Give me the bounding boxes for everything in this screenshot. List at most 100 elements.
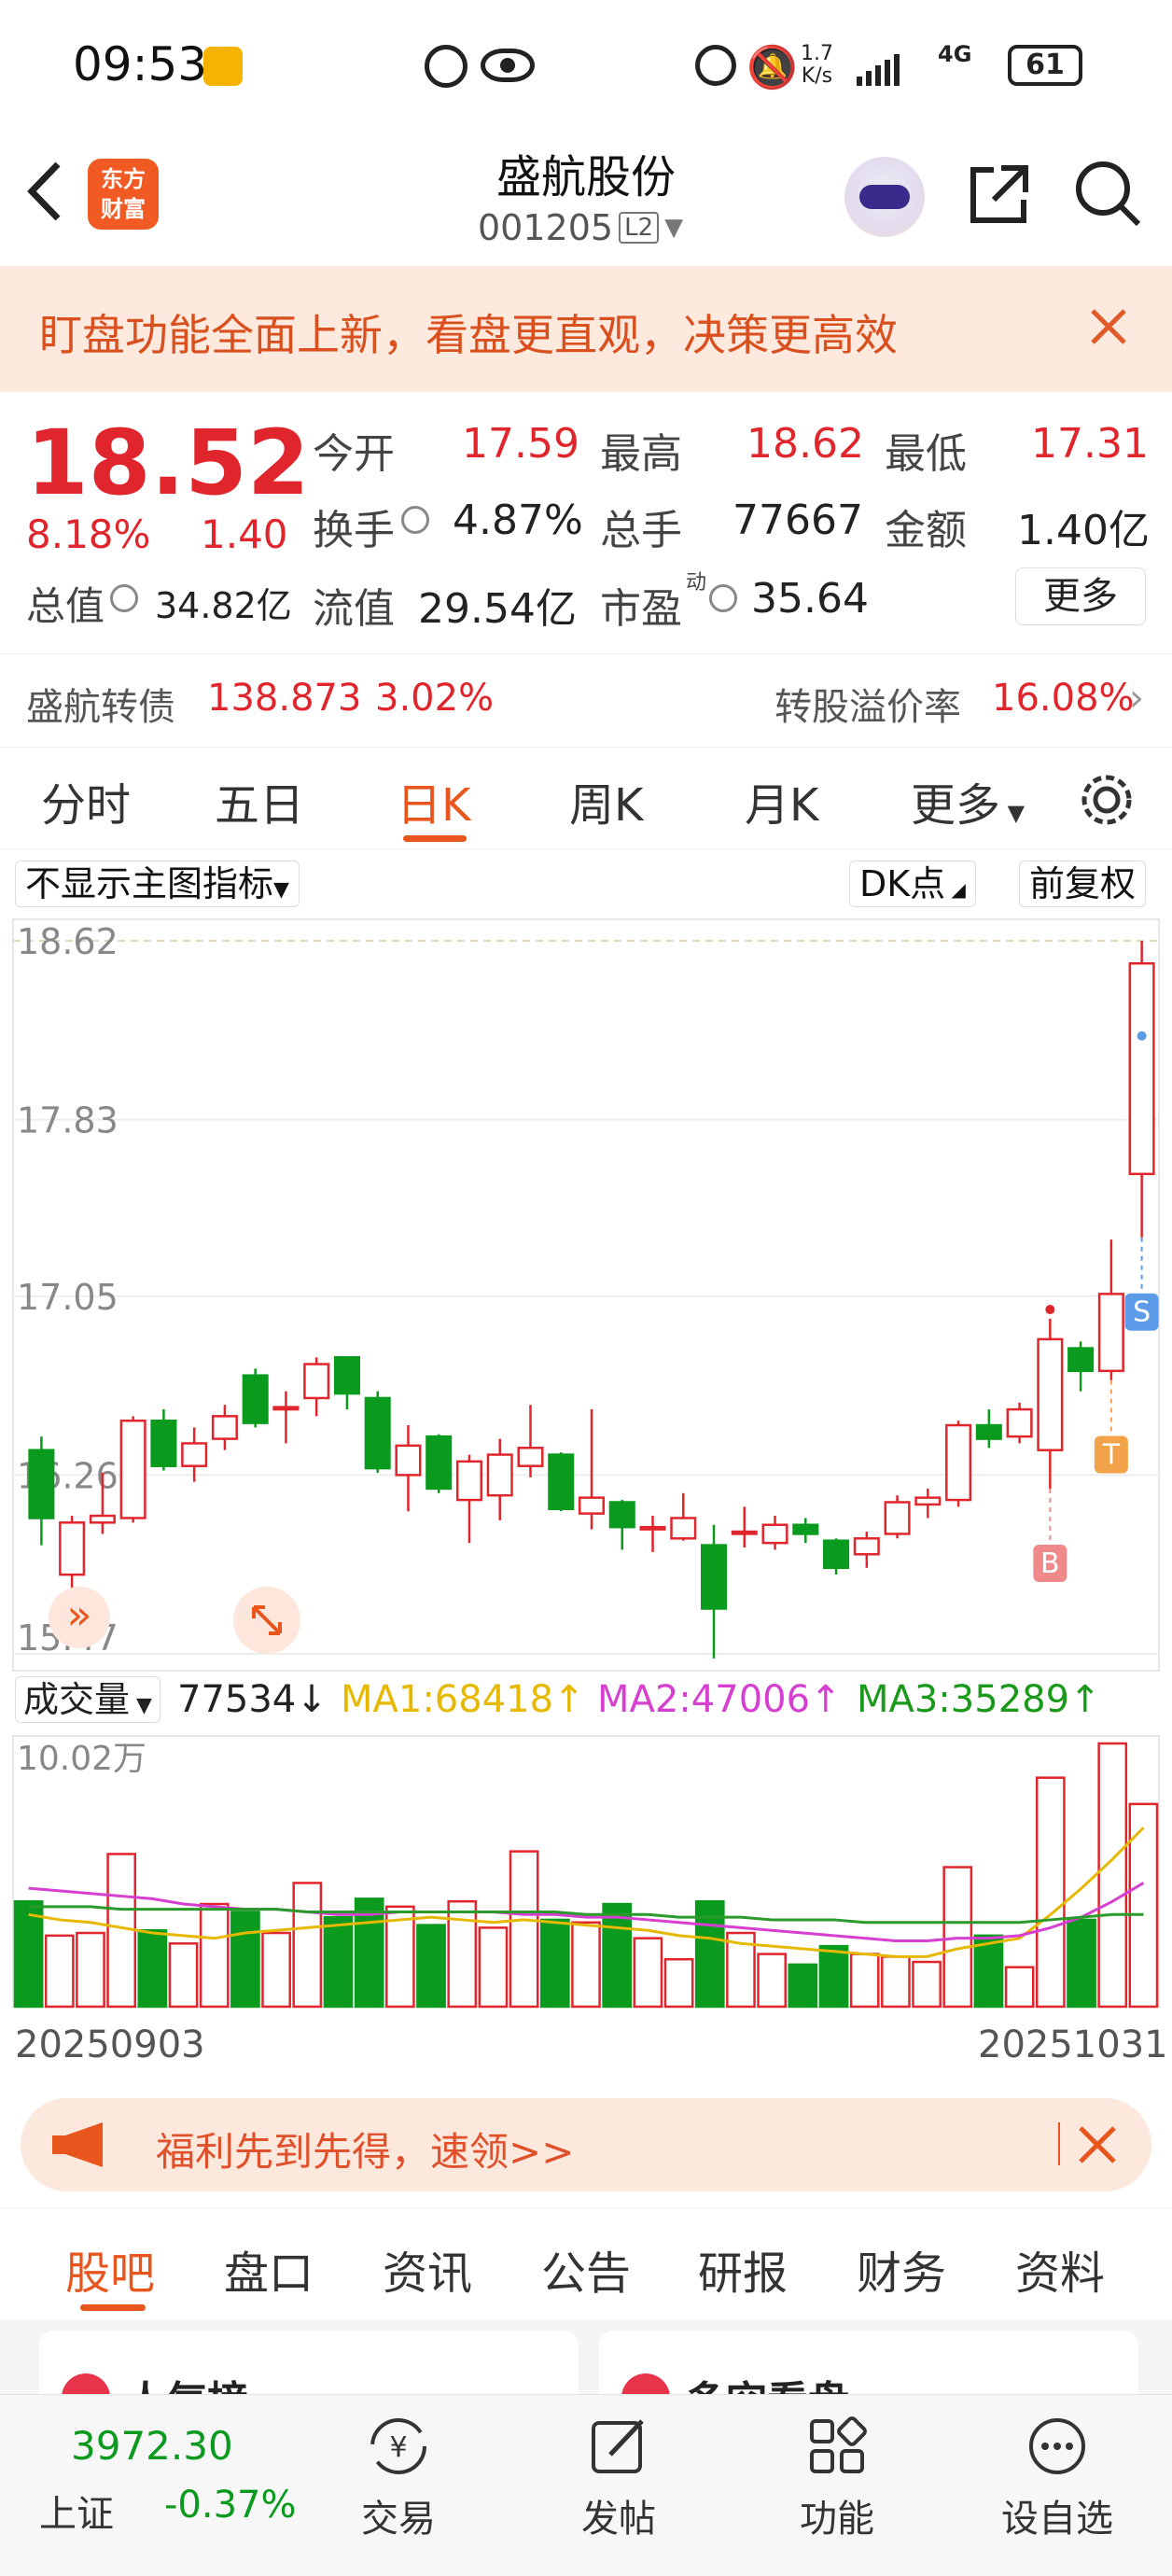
volume-bar bbox=[912, 1960, 942, 2009]
candle-body bbox=[150, 1419, 177, 1467]
marker-dot bbox=[1045, 1305, 1055, 1315]
trade-tab[interactable]: ¥ 交易 bbox=[328, 2414, 468, 2542]
candle-body bbox=[486, 1453, 513, 1497]
candle-body bbox=[792, 1523, 819, 1535]
trade-marker-label: S bbox=[1133, 1296, 1151, 1329]
candle-body bbox=[1037, 1337, 1064, 1451]
volume-bar bbox=[849, 1953, 880, 2009]
candle-body bbox=[211, 1415, 238, 1440]
candle-body bbox=[914, 1496, 942, 1506]
volume-bar bbox=[44, 1934, 75, 2009]
candle-body bbox=[455, 1460, 482, 1502]
price-axis-label: 18.62 bbox=[17, 921, 119, 962]
svg-text:¥: ¥ bbox=[389, 2431, 407, 2464]
tab-announcements[interactable]: 公告 bbox=[541, 2236, 631, 2302]
trade-marker-label: B bbox=[1040, 1547, 1060, 1580]
volume-ma2: MA2:47006↑ bbox=[597, 1678, 842, 1721]
candle-body bbox=[548, 1453, 575, 1511]
info-tabs: 股吧 盘口 资讯 公告 研报 财务 资料 bbox=[0, 2207, 1172, 2319]
volume-indicator-select[interactable]: 成交量 ▼ bbox=[15, 1676, 160, 1723]
volume-bar bbox=[323, 1915, 354, 2009]
volume-bar bbox=[539, 1918, 570, 2009]
index-value[interactable]: 3972.30 bbox=[71, 2423, 233, 2469]
candle-body bbox=[426, 1435, 453, 1491]
tab-profile[interactable]: 资料 bbox=[1015, 2236, 1105, 2302]
candle-body bbox=[364, 1396, 391, 1470]
tab-forum[interactable]: 股吧 bbox=[65, 2236, 155, 2302]
active-tab-indicator bbox=[80, 2304, 146, 2311]
candle-body bbox=[395, 1444, 422, 1477]
candle-body bbox=[1128, 962, 1155, 1176]
candle-body bbox=[303, 1363, 330, 1400]
marker-dot bbox=[1137, 1030, 1147, 1041]
volume-bar bbox=[447, 1899, 478, 2009]
trade-marker-label: T bbox=[1102, 1439, 1121, 1472]
volume-bar bbox=[1097, 1742, 1128, 2009]
candle-body bbox=[28, 1449, 55, 1519]
index-pct[interactable]: -0.37% bbox=[164, 2484, 297, 2527]
promo-banner[interactable]: 福利先到先得，速领>> bbox=[21, 2098, 1151, 2191]
volume-ma3: MA3:35289↑ bbox=[857, 1678, 1101, 1721]
expand-left-icon[interactable]: » bbox=[49, 1587, 110, 1648]
volume-bar bbox=[509, 1850, 539, 2009]
candle-body bbox=[1067, 1347, 1095, 1373]
volume-bar bbox=[416, 1924, 446, 2009]
megaphone-icon bbox=[49, 2121, 123, 2169]
volume-bar bbox=[292, 1882, 323, 2009]
chart-frame bbox=[12, 918, 1160, 1672]
function-tab[interactable]: 功能 bbox=[767, 2414, 907, 2542]
promo-text: 福利先到先得，速领>> bbox=[156, 2129, 575, 2175]
volume-bar bbox=[818, 1944, 849, 2009]
candle-body bbox=[608, 1501, 635, 1529]
dropdown-arrow-icon: ▼ bbox=[130, 1694, 152, 1717]
volume-bar bbox=[663, 1957, 694, 2009]
tab-news[interactable]: 资讯 bbox=[383, 2236, 472, 2302]
candle-body bbox=[333, 1356, 360, 1395]
candle-body bbox=[823, 1539, 850, 1570]
volume-bar bbox=[1004, 1966, 1035, 2009]
candle-body bbox=[945, 1423, 972, 1502]
candle-body bbox=[119, 1419, 146, 1519]
volume-bar bbox=[1067, 1918, 1096, 2009]
add-watchlist-tab[interactable]: 设自选 bbox=[987, 2414, 1127, 2542]
price-axis-label: 17.05 bbox=[17, 1277, 119, 1318]
candle-body bbox=[761, 1523, 788, 1545]
volume-bar bbox=[199, 1902, 230, 2009]
more-dots-icon bbox=[1029, 2418, 1085, 2474]
date-start: 20250903 bbox=[15, 2023, 205, 2066]
volume-axis-label: 10.02万 bbox=[17, 1740, 146, 1778]
volume-bar bbox=[1128, 1802, 1159, 2009]
candle-body bbox=[89, 1514, 116, 1524]
yuan-exchange-icon: ¥ bbox=[370, 2418, 426, 2474]
candlestick-chart[interactable]: 18.6217.8317.0516.2615.47BST10.02万 bbox=[0, 0, 1172, 2053]
close-icon[interactable] bbox=[1075, 2122, 1120, 2167]
post-tab[interactable]: 发帖 bbox=[549, 2414, 689, 2542]
volume-bar bbox=[633, 1937, 663, 2009]
candle-body bbox=[731, 1530, 758, 1535]
tab-financials[interactable]: 财务 bbox=[857, 2236, 946, 2302]
date-end: 20251031 bbox=[978, 2023, 1168, 2066]
candle-body bbox=[59, 1521, 86, 1576]
volume-bar bbox=[261, 1931, 291, 2009]
grid-icon bbox=[810, 2416, 867, 2473]
volume-bar bbox=[76, 1931, 105, 2009]
fullscreen-icon[interactable] bbox=[233, 1587, 300, 1654]
volume-bar bbox=[757, 1953, 787, 2009]
candle-body bbox=[853, 1537, 880, 1556]
volume-bar bbox=[1035, 1776, 1066, 2009]
bottom-tab-bar: 3972.30 上证 -0.37% ¥ 交易 发帖 功能 设自选 bbox=[0, 2394, 1172, 2576]
candle-body bbox=[670, 1517, 697, 1540]
candle-body bbox=[181, 1442, 208, 1467]
volume-bar bbox=[168, 1942, 199, 2009]
volume-bar bbox=[230, 1911, 260, 2009]
tab-order-book[interactable]: 盘口 bbox=[224, 2236, 314, 2302]
tab-research[interactable]: 研报 bbox=[698, 2236, 788, 2302]
candle-body bbox=[639, 1525, 666, 1531]
candle-body bbox=[1006, 1407, 1033, 1438]
volume-bar bbox=[478, 1926, 509, 2009]
volume-bar bbox=[602, 1902, 633, 2009]
volume-bar bbox=[788, 1963, 818, 2009]
candle-body bbox=[1097, 1293, 1124, 1373]
index-name[interactable]: 上证 bbox=[39, 2484, 114, 2538]
volume-ma1: MA1:68418↑ bbox=[341, 1678, 585, 1721]
